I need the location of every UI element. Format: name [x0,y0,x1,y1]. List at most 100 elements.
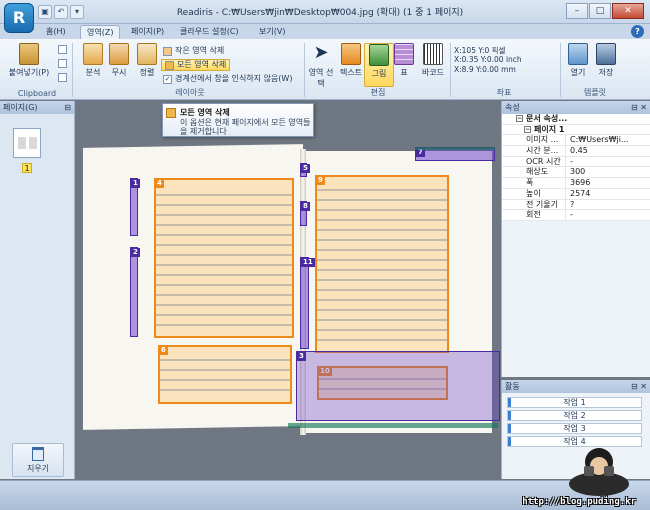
image-zone[interactable]: 8 [300,201,310,226]
image-zone[interactable]: 5 [300,163,310,177]
property-row[interactable]: 해상도 300 [502,167,650,179]
app-menu-button[interactable]: R [4,3,34,33]
property-category[interactable]: − 문서 속성... [502,114,650,125]
group-separator [560,43,561,97]
pin-icon[interactable]: ⊟ [64,101,71,114]
sort-label: 정렬 [139,68,155,77]
task-item[interactable]: 작업 3 [507,423,642,434]
subcategory-label: 페이지 1 [534,124,565,134]
task-item[interactable]: 작업 1 [507,397,642,408]
property-row[interactable]: 이미지 ... C:₩Users₩ji... [502,135,650,147]
property-key: 회전 [502,210,566,220]
property-row[interactable]: 시간 분... 0.45 [502,146,650,157]
copy-button[interactable] [58,57,67,69]
delete-small-icon [163,46,172,56]
text-zone[interactable]: 9 [315,175,449,353]
text-zone-button[interactable]: 텍스트 [336,43,366,78]
image-zone-button[interactable]: 그림 [364,43,394,87]
image-zone[interactable]: 11 [300,257,315,349]
minimize-button[interactable]: – [566,3,588,19]
quick-access-toolbar: ▣ ↶ ▾ [38,5,84,19]
ignore-icon [109,43,129,65]
delete-all-label: 모든 영역 삭제 [177,60,227,69]
text-zone[interactable]: 4 [154,178,294,338]
folder-open-icon [568,43,588,65]
group-label-template: 템플릿 [583,88,607,97]
copy-icon [58,58,67,68]
property-value: 2574 [570,188,591,198]
cut-button[interactable] [58,43,67,55]
property-key: 높이 [502,188,566,199]
tab-zones[interactable]: 영역(Z) [80,25,121,39]
delete-small-zones-button[interactable]: 작은 영역 삭제 [163,45,224,57]
tab-view[interactable]: 보기(V) [253,25,291,39]
pages-pane-header: 페이지(G) ⊟ [0,101,74,114]
image-zone-label: 그림 [371,69,387,78]
paste-button[interactable]: 붙여넣기(P) [4,43,54,78]
image-zone[interactable]: 1 [130,178,140,236]
page-thumbnail[interactable] [13,128,41,158]
table-zone-button[interactable]: 표 [392,43,416,78]
ignore-borders-checkbox[interactable]: ✓ 경계선에서 창을 인식하지 않음(W) [163,73,292,85]
tab-home[interactable]: 홈(H) [40,25,72,39]
task-label: 작업 3 [563,424,586,433]
close-button[interactable]: ✕ [612,3,644,19]
property-value: C:₩Users₩ji... [570,135,629,145]
help-icon[interactable]: ? [631,25,644,38]
collapse-icon[interactable]: − [524,125,531,133]
tab-cloud-settings[interactable]: 클라우드 설정(C) [174,25,245,39]
property-key: 시간 분... [502,146,566,156]
group-separator [304,43,305,97]
task-label: 작업 1 [563,398,586,407]
select-zone-button[interactable]: ➤ 영역 선택 [308,43,334,89]
zone-label: 3 [297,352,306,361]
activity-pane-header: 활동 ⊟ ✕ [502,380,650,393]
paste-label: 붙여넣기(P) [8,68,50,77]
property-value: - [570,156,573,166]
dropdown-icon[interactable]: ▾ [70,5,84,19]
coords-inch: X:0.35 Y:0.00 inch [454,55,522,64]
barcode-zone-button[interactable]: 바코드 [418,43,448,78]
delete-small-label: 작은 영역 삭제 [175,46,225,55]
property-row[interactable]: 회전 - [502,210,650,221]
template-open-button[interactable]: 열기 [565,43,591,78]
sort-button[interactable]: 정렬 [132,43,162,78]
window-title: Readiris - C:₩Users₩jin₩Desktop₩004.jpg … [176,8,464,18]
undo-icon[interactable]: ↶ [54,5,68,19]
text-zone[interactable]: 6 [158,345,292,404]
table-zone-icon [394,43,414,65]
zone-label: 6 [159,346,168,355]
property-row[interactable]: 전 기울기? [502,199,650,211]
progress-bar [508,424,511,433]
sort-icon [137,43,157,65]
document-canvas[interactable]: 4 6 9 10 1 2 5 8 11 3 7 [78,101,500,479]
maximize-button[interactable]: □ [589,3,611,19]
save-icon[interactable]: ▣ [38,5,52,19]
select-zone-label: 영역 선택 [308,68,334,88]
table-zone-label: 표 [400,68,408,77]
template-save-button[interactable]: 저장 [593,43,619,78]
property-row[interactable]: OCR 시간 - [502,156,650,168]
ribbon: 붙여넣기(P) Clipboard 분석 무시 정렬 작은 영역 삭제 모든 영… [0,39,650,100]
clipboard-options-button[interactable] [58,71,67,83]
activity-pane-title: 활동 [505,382,520,391]
properties-pane-header: 속성 ⊟ ✕ [502,101,650,114]
pin-icon[interactable]: ⊟ ✕ [631,101,647,114]
task-item[interactable]: 작업 2 [507,410,642,421]
image-zone[interactable]: 3 [296,351,500,421]
delete-page-button[interactable]: 지우기 [12,443,64,477]
ignore-button[interactable]: 무시 [104,43,134,78]
property-row[interactable]: 높이 2574 [502,188,650,200]
property-subcategory[interactable]: − 페이지 1 [502,125,650,136]
title-bar: ▣ ↶ ▾ Readiris - C:₩Users₩jin₩Desktop₩00… [0,0,650,24]
property-row[interactable]: 폭 3696 [502,178,650,189]
group-separator [72,43,73,97]
properties-grid: − 문서 속성... − 페이지 1 이미지 ... C:₩Users₩ji... 시… [502,114,650,221]
pin-icon[interactable]: ⊟ ✕ [631,380,647,393]
delete-all-zones-button[interactable]: 모든 영역 삭제 [161,59,231,71]
image-zone[interactable]: 2 [130,247,140,337]
tab-page[interactable]: 페이지(P) [125,25,170,39]
ribbon-tabs: 홈(H) 영역(Z) 페이지(P) 클라우드 설정(C) 보기(V) ? [0,24,650,39]
property-key: 폭 [502,178,566,188]
collapse-icon[interactable]: − [516,115,523,122]
